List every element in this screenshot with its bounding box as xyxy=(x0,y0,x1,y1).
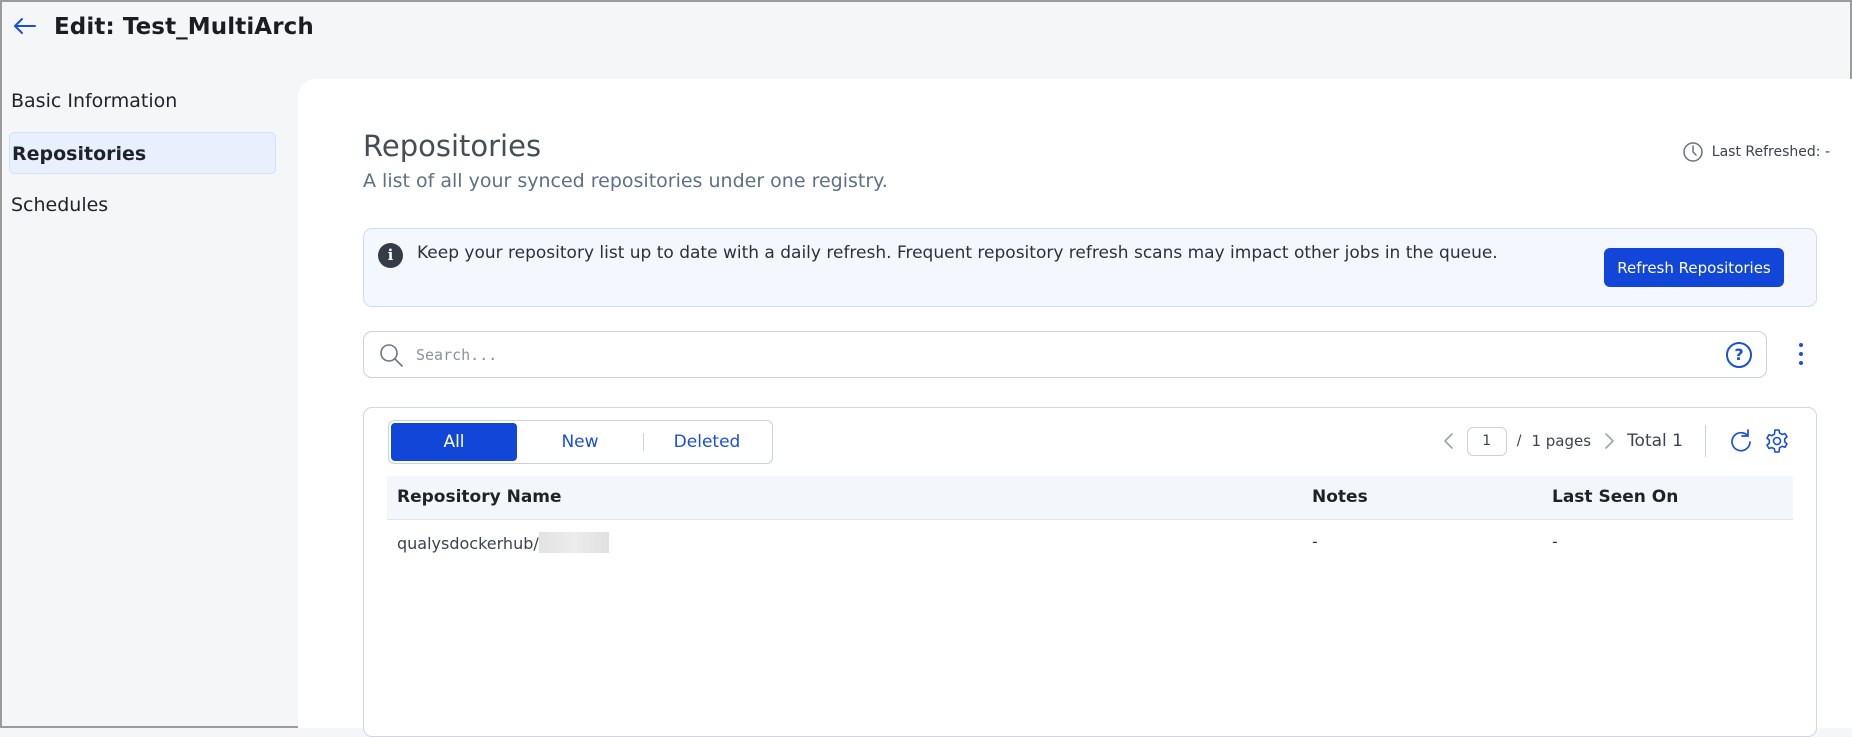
last-seen-on-cell: - xyxy=(1552,532,1558,551)
filter-tabs: All New Deleted xyxy=(388,420,773,464)
chevron-left-icon[interactable] xyxy=(1441,431,1457,451)
gear-icon[interactable] xyxy=(1764,428,1790,454)
pagination: / 1 pages Total 1 xyxy=(1441,424,1790,458)
banner-text: Keep your repository list up to date wit… xyxy=(417,243,1498,263)
total-count: Total 1 xyxy=(1627,431,1683,451)
section-title: Repositories xyxy=(363,129,542,163)
refresh-icon[interactable] xyxy=(1728,428,1754,454)
repository-name-cell: qualysdockerhub/ xyxy=(397,532,609,553)
tab-new[interactable]: New xyxy=(517,423,643,461)
notes-cell: - xyxy=(1312,532,1318,551)
sidebar-item-label: Repositories xyxy=(12,143,147,165)
column-notes[interactable]: Notes xyxy=(1312,487,1368,507)
table-row[interactable]: qualysdockerhub/ - - xyxy=(387,520,1793,564)
search-icon xyxy=(378,342,404,368)
page-count: 1 pages xyxy=(1531,432,1592,450)
repository-name: qualysdockerhub/ xyxy=(397,534,539,553)
search-bar: ? xyxy=(363,331,1767,378)
arrow-left-icon[interactable] xyxy=(12,13,38,39)
tab-deleted[interactable]: Deleted xyxy=(644,423,770,461)
column-last-seen-on[interactable]: Last Seen On xyxy=(1552,487,1678,507)
info-icon: i xyxy=(378,243,403,268)
sidebar-item-basic-information[interactable]: Basic Information xyxy=(9,80,276,122)
sidebar-item-repositories[interactable]: Repositories xyxy=(9,132,276,174)
table-header: Repository Name Notes Last Seen On xyxy=(387,476,1793,520)
info-banner: i Keep your repository list up to date w… xyxy=(363,228,1817,307)
redacted-block xyxy=(538,532,609,553)
search-input[interactable] xyxy=(416,340,1696,370)
pager-divider xyxy=(1705,425,1706,457)
kebab-icon[interactable] xyxy=(1793,339,1809,369)
last-refreshed: Last Refreshed: - xyxy=(1682,141,1830,163)
app-window: Edit: Test_MultiArch Basic Information R… xyxy=(0,0,1852,737)
chevron-right-icon[interactable] xyxy=(1601,431,1617,451)
sidebar-item-schedules[interactable]: Schedules xyxy=(9,184,276,226)
section-subtitle: A list of all your synced repositories u… xyxy=(363,170,888,192)
page-title: Edit: Test_MultiArch xyxy=(54,14,314,40)
page-number-input[interactable] xyxy=(1466,426,1507,456)
refresh-repositories-button[interactable]: Refresh Repositories xyxy=(1604,248,1784,287)
main-panel: Repositories A list of all your synced r… xyxy=(298,79,1852,737)
page-separator: / xyxy=(1516,433,1522,449)
last-refreshed-text: Last Refreshed: - xyxy=(1711,144,1830,160)
column-repository-name[interactable]: Repository Name xyxy=(397,487,562,507)
question-circle-icon[interactable]: ? xyxy=(1726,342,1752,368)
repositories-table-card: All New Deleted / 1 pages xyxy=(363,407,1817,737)
sidebar-item-label: Basic Information xyxy=(11,90,178,112)
sidebar-item-label: Schedules xyxy=(11,194,109,216)
tab-all[interactable]: All xyxy=(391,423,517,461)
clock-icon xyxy=(1682,141,1704,163)
